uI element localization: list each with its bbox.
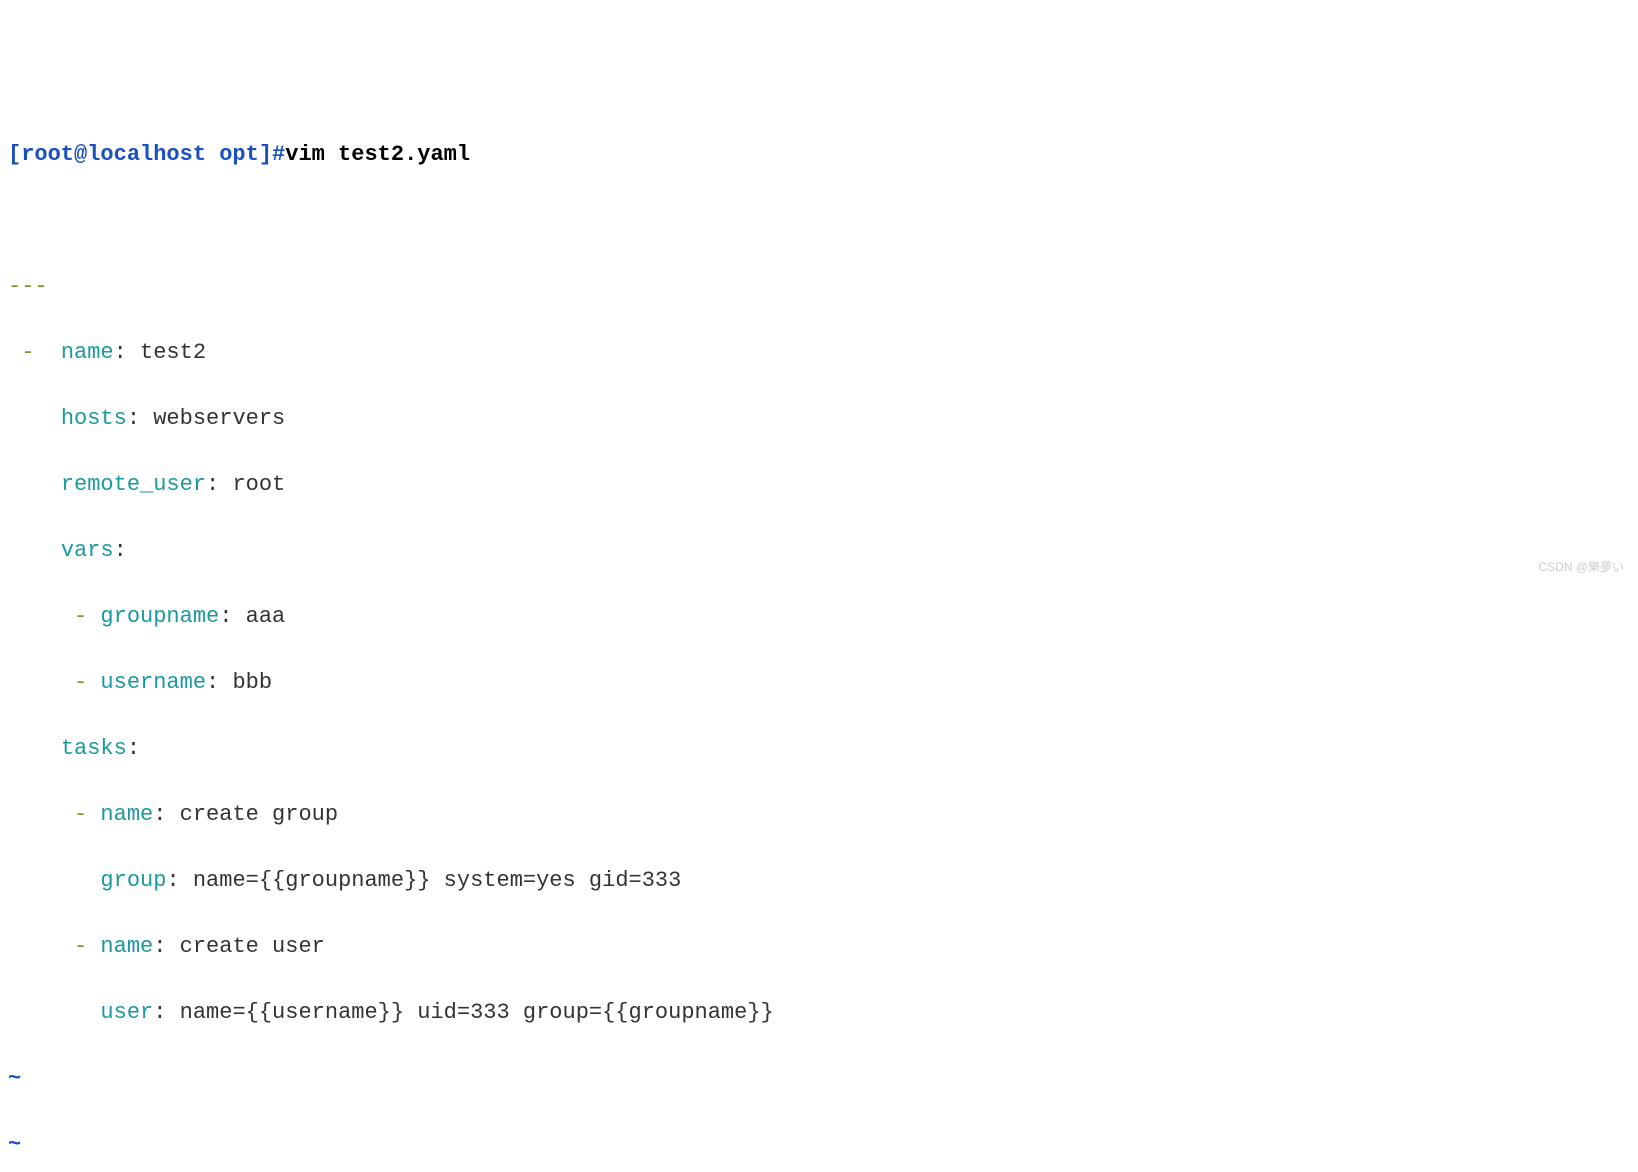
key-vars: vars: [61, 538, 114, 563]
yaml-task-1-name[interactable]: - name: create user: [8, 930, 1630, 963]
yaml-play-hosts[interactable]: hosts: webservers: [8, 402, 1630, 435]
key-hosts: hosts: [61, 406, 127, 431]
yaml-var-groupname[interactable]: - groupname: aaa: [8, 600, 1630, 633]
key-groupname: groupname: [100, 604, 219, 629]
tilde-icon: ~: [8, 1132, 21, 1157]
yaml-task-0-name[interactable]: - name: create group: [8, 798, 1630, 831]
key-username: username: [100, 670, 206, 695]
val-name: test2: [140, 340, 206, 365]
yaml-doc-start-text: ---: [8, 274, 48, 299]
yaml-task-0-module[interactable]: group: name={{groupname}} system=yes gid…: [8, 864, 1630, 897]
val-task-name: create user: [180, 934, 325, 959]
vim-empty-line[interactable]: ~: [8, 1128, 1630, 1161]
key-remote-user: remote_user: [61, 472, 206, 497]
val-hosts: webservers: [153, 406, 285, 431]
key-task-name: name: [100, 934, 153, 959]
yaml-play-remote-user[interactable]: remote_user: root: [8, 468, 1630, 501]
key-name: name: [61, 340, 114, 365]
prompt-hash: #: [272, 142, 285, 167]
shell-command: vim test2.yaml: [285, 142, 470, 167]
dash: -: [21, 340, 34, 365]
yaml-play-name[interactable]: - name: test2: [8, 336, 1630, 369]
tilde-icon: ~: [8, 1066, 21, 1091]
blank-line: [8, 204, 1630, 237]
dash: -: [74, 802, 87, 827]
dash: -: [74, 934, 87, 959]
dash: -: [74, 670, 87, 695]
key-tasks: tasks: [61, 736, 127, 761]
val-groupname: aaa: [246, 604, 286, 629]
dash: -: [74, 604, 87, 629]
val-username: bbb: [232, 670, 272, 695]
key-task-name: name: [100, 802, 153, 827]
shell-prompt-line: [root@localhost opt]#vim test2.yaml: [8, 138, 1630, 171]
yaml-var-username[interactable]: - username: bbb: [8, 666, 1630, 699]
watermark-text: CSDN @樂夢い: [1538, 558, 1624, 576]
prompt-user-host: [root@localhost opt]: [8, 142, 272, 167]
val-task-module: name={{groupname}} system=yes gid=333: [193, 868, 681, 893]
key-task-module: user: [100, 1000, 153, 1025]
val-remote-user: root: [232, 472, 285, 497]
val-task-module: name={{username}} uid=333 group={{groupn…: [180, 1000, 774, 1025]
key-task-module: group: [100, 868, 166, 893]
val-task-name: create group: [180, 802, 338, 827]
yaml-vars-key[interactable]: vars:: [8, 534, 1630, 567]
yaml-tasks-key[interactable]: tasks:: [8, 732, 1630, 765]
yaml-task-1-module[interactable]: user: name={{username}} uid=333 group={{…: [8, 996, 1630, 1029]
vim-empty-line[interactable]: ~: [8, 1062, 1630, 1095]
yaml-doc-start[interactable]: ---: [8, 270, 1630, 303]
